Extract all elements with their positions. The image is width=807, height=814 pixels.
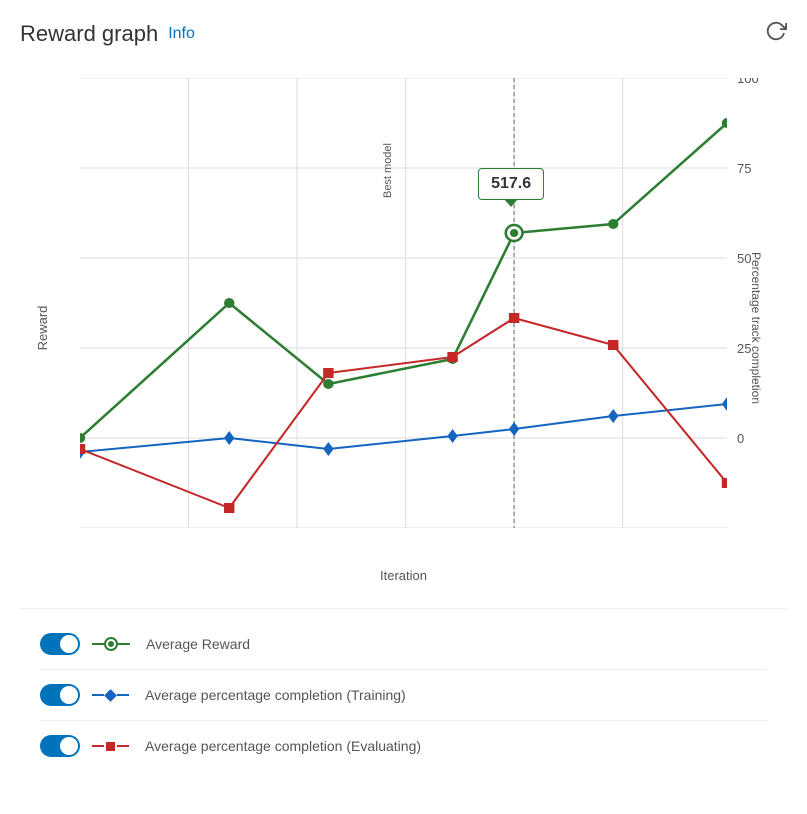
legend-dot-training [104,689,117,702]
page-header: Reward graph Info [20,20,787,48]
legend-label-reward: Average Reward [146,636,250,652]
refresh-button[interactable] [765,20,787,48]
toggle-reward[interactable] [40,633,80,655]
info-link[interactable]: Info [168,25,195,43]
svg-text:50: 50 [737,251,751,266]
legend-label-evaluating: Average percentage completion (Evaluatin… [145,738,421,754]
chart-svg: Best model [80,78,727,528]
svg-text:Best model: Best model [382,143,394,198]
svg-text:100: 100 [737,78,759,86]
legend-item-reward: Average Reward [40,619,767,670]
legend-dot-reward [106,639,116,649]
header-left: Reward graph Info [20,21,195,47]
chart-container: Reward Best model [20,68,787,588]
page-title: Reward graph [20,21,158,47]
legend-item-training: Average percentage completion (Training) [40,670,767,721]
legend-line-reward [92,639,130,649]
legend-dot-evaluating [106,742,115,751]
svg-text:75: 75 [737,161,751,176]
legend-item-evaluating: Average percentage completion (Evaluatin… [40,721,767,771]
legend-line-evaluating [92,742,129,751]
toggle-training[interactable] [40,684,80,706]
svg-text:25: 25 [737,341,751,356]
legend-container: Average Reward Average percentage comple… [20,608,787,781]
legend-label-training: Average percentage completion (Training) [145,687,406,703]
legend-line-training [92,691,129,700]
x-axis-label: Iteration [380,568,427,583]
y-axis-left-label: Reward [35,306,50,351]
svg-text:0: 0 [737,431,744,446]
right-axis: 100 75 50 25 0 [732,78,787,528]
toggle-evaluating[interactable] [40,735,80,757]
